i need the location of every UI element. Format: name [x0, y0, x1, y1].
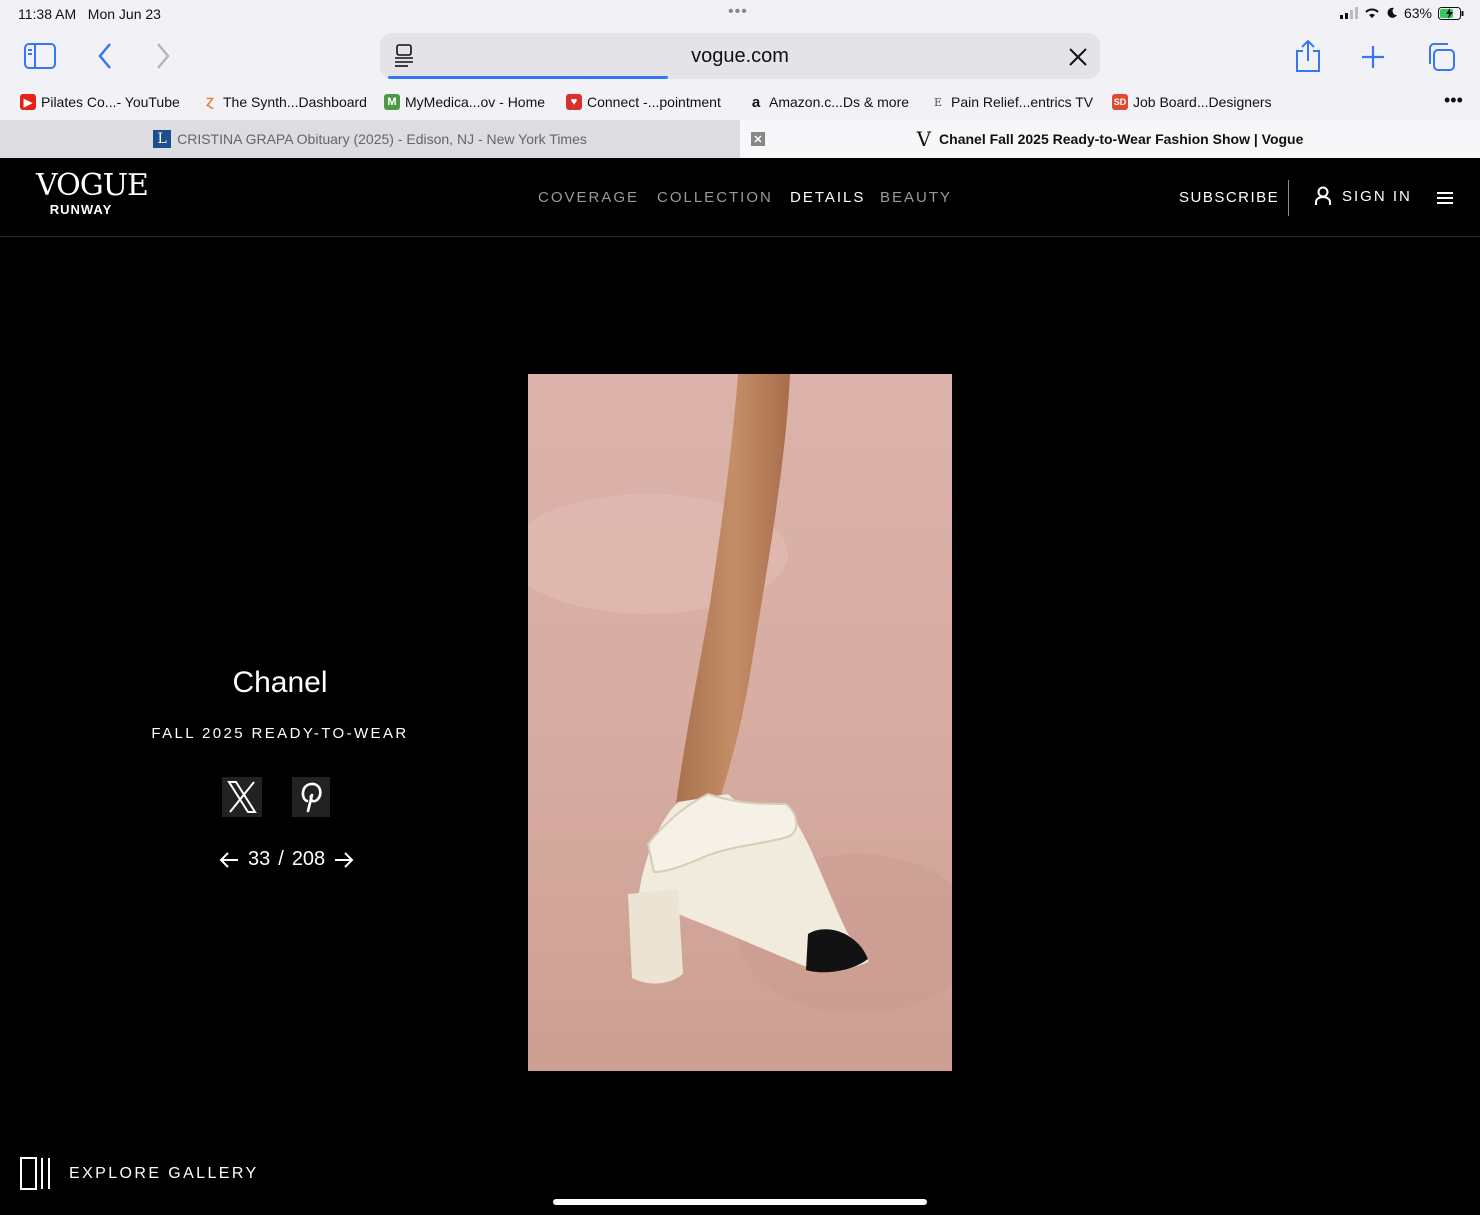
designer-name: Chanel — [232, 666, 328, 699]
address-bar[interactable]: vogue.com — [380, 33, 1100, 79]
nav-beauty[interactable]: BEAUTY — [880, 189, 952, 206]
share-icon[interactable] — [1292, 38, 1324, 74]
back-icon[interactable] — [92, 40, 118, 72]
home-indicator[interactable] — [553, 1199, 927, 1205]
tab-nyt-obituary[interactable]: L CRISTINA GRAPA Obituary (2025) - Ediso… — [0, 120, 740, 158]
pager-separator: / — [278, 848, 284, 870]
bookmark-item[interactable]: E Pain Relief...entrics TV — [930, 94, 1093, 110]
cellular-icon — [1339, 7, 1358, 19]
moon-icon — [1387, 7, 1397, 18]
battery-charging-icon — [1438, 6, 1464, 20]
vogue-runway-logo[interactable]: VOGUE RUNWAY — [36, 170, 149, 218]
bookmark-item[interactable]: M MyMedica...ov - Home — [384, 94, 545, 110]
sidebar-toggle-icon[interactable] — [22, 40, 58, 72]
bookmark-item[interactable]: SD Job Board...Designers — [1112, 94, 1272, 110]
hamburger-menu-icon[interactable] — [1437, 192, 1453, 205]
job-board-icon: SD — [1112, 94, 1128, 110]
share-pinterest-icon[interactable] — [292, 777, 330, 817]
total-count: 208 — [291, 848, 326, 870]
gallery-icon — [20, 1157, 50, 1190]
nav-divider — [1288, 180, 1289, 216]
safari-chrome: 11:38 AM Mon Jun 23 ••• 63% vogue.com ▶ … — [0, 0, 1480, 158]
bookmark-item[interactable]: a Amazon.c...Ds & more — [748, 93, 909, 111]
explore-gallery-button[interactable]: EXPLORE GALLERY — [20, 1157, 259, 1190]
status-indicators: 63% — [1339, 5, 1464, 21]
pain-relief-icon: E — [933, 95, 943, 109]
subscribe-link[interactable]: SUBSCRIBE — [1179, 189, 1279, 206]
favorites-bar: ▶ Pilates Co...- YouTube Ɀ The Synth...Das… — [0, 90, 1480, 116]
amazon-icon: a — [751, 93, 761, 111]
nav-coverage[interactable]: COVERAGE — [538, 189, 639, 206]
bookmark-item[interactable]: ▶ Pilates Co...- YouTube — [20, 94, 180, 110]
new-tab-icon[interactable] — [1358, 42, 1388, 72]
nav-collection[interactable]: COLLECTION — [657, 189, 773, 206]
vogue-header: VOGUE RUNWAY COVERAGE COLLECTION DETAILS… — [0, 158, 1480, 237]
mymedicare-icon: M — [384, 94, 400, 110]
forward-icon[interactable] — [150, 40, 176, 72]
bookmark-item[interactable]: ♥ Connect -...pointment — [566, 94, 721, 110]
tab-title: Chanel Fall 2025 Ready-to-Wear Fashion S… — [939, 131, 1304, 147]
youtube-icon: ▶ — [20, 94, 36, 110]
tab-title: CRISTINA GRAPA Obituary (2025) - Edison,… — [177, 131, 587, 147]
tab-vogue-chanel[interactable]: ✕ V Chanel Fall 2025 Ready-to-Wear Fashi… — [740, 120, 1480, 158]
wifi-icon — [1365, 8, 1379, 18]
tab-bar: L CRISTINA GRAPA Obituary (2025) - Ediso… — [0, 120, 1480, 158]
sign-in-button[interactable]: SIGN IN — [1314, 186, 1412, 206]
gallery-pager: 33 / 208 — [218, 848, 355, 871]
current-index: 33 — [248, 848, 271, 870]
synth-icon: Ɀ — [206, 96, 214, 109]
previous-arrow-icon[interactable] — [218, 849, 240, 871]
multitasking-dots-icon[interactable]: ••• — [728, 3, 748, 21]
runway-detail-photo[interactable] — [528, 374, 952, 1071]
nav-details[interactable]: DETAILS — [790, 189, 865, 206]
url-text: vogue.com — [691, 45, 789, 67]
close-tab-icon[interactable]: ✕ — [751, 132, 765, 146]
connect-icon: ♥ — [566, 94, 582, 110]
loading-progress-bar — [388, 76, 668, 79]
user-icon — [1315, 186, 1331, 205]
more-bookmarks-icon[interactable]: ••• — [1444, 90, 1463, 111]
battery-percent: 63% — [1403, 5, 1432, 21]
share-x-icon[interactable] — [222, 777, 262, 817]
bookmark-item[interactable]: Ɀ The Synth...Dashboard — [202, 94, 367, 110]
season-label: FALL 2025 READY-TO-WEAR — [151, 725, 409, 742]
legacy-favicon-icon: L — [153, 130, 172, 148]
tab-overview-icon[interactable] — [1424, 40, 1458, 74]
stop-loading-icon[interactable] — [1066, 45, 1090, 69]
next-arrow-icon[interactable] — [333, 849, 355, 871]
vogue-favicon-icon: V — [916, 127, 932, 151]
status-time: 11:38 AM Mon Jun 23 — [18, 6, 161, 22]
